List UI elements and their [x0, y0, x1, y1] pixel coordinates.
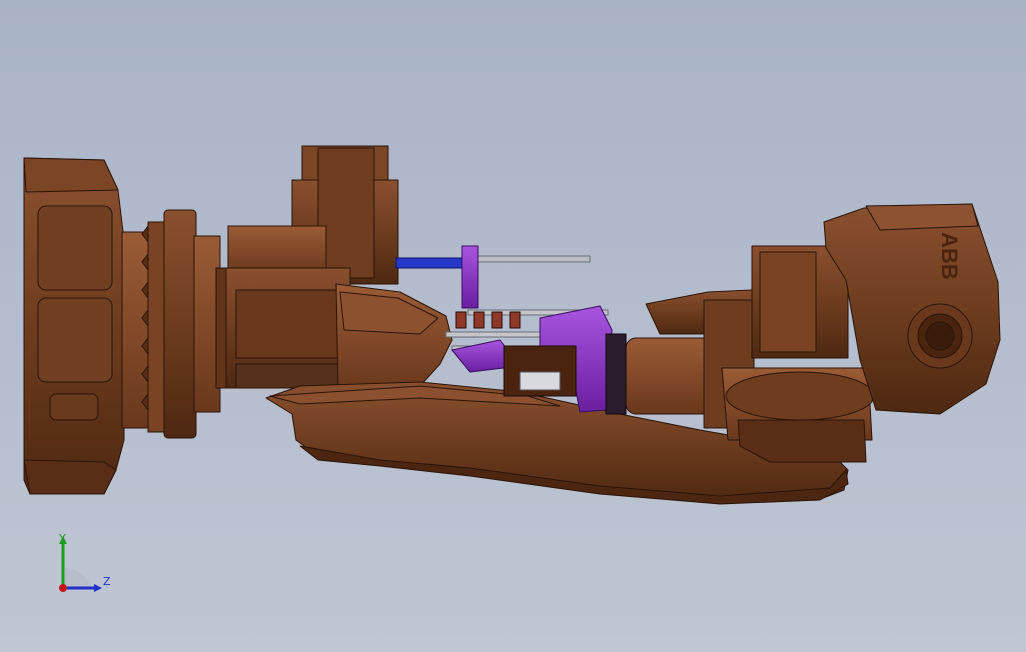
shoulder-housing [225, 267, 351, 389]
x-axis-origin-icon [59, 584, 67, 592]
base-housing [23, 157, 125, 495]
rotary-flange [121, 209, 237, 439]
graphics-viewport[interactable]: ABB Y Z [0, 0, 1026, 652]
axis-motor-upper [227, 145, 399, 285]
robot-model-render[interactable]: ABB [0, 0, 1026, 652]
reference-triad [59, 536, 102, 592]
triad-y-label: Y [59, 532, 66, 545]
upper-arm-link [335, 283, 453, 391]
z-axis-arrow-icon [94, 584, 102, 592]
triad-z-label: Z [103, 575, 111, 588]
abb-logo: ABB [937, 232, 962, 280]
